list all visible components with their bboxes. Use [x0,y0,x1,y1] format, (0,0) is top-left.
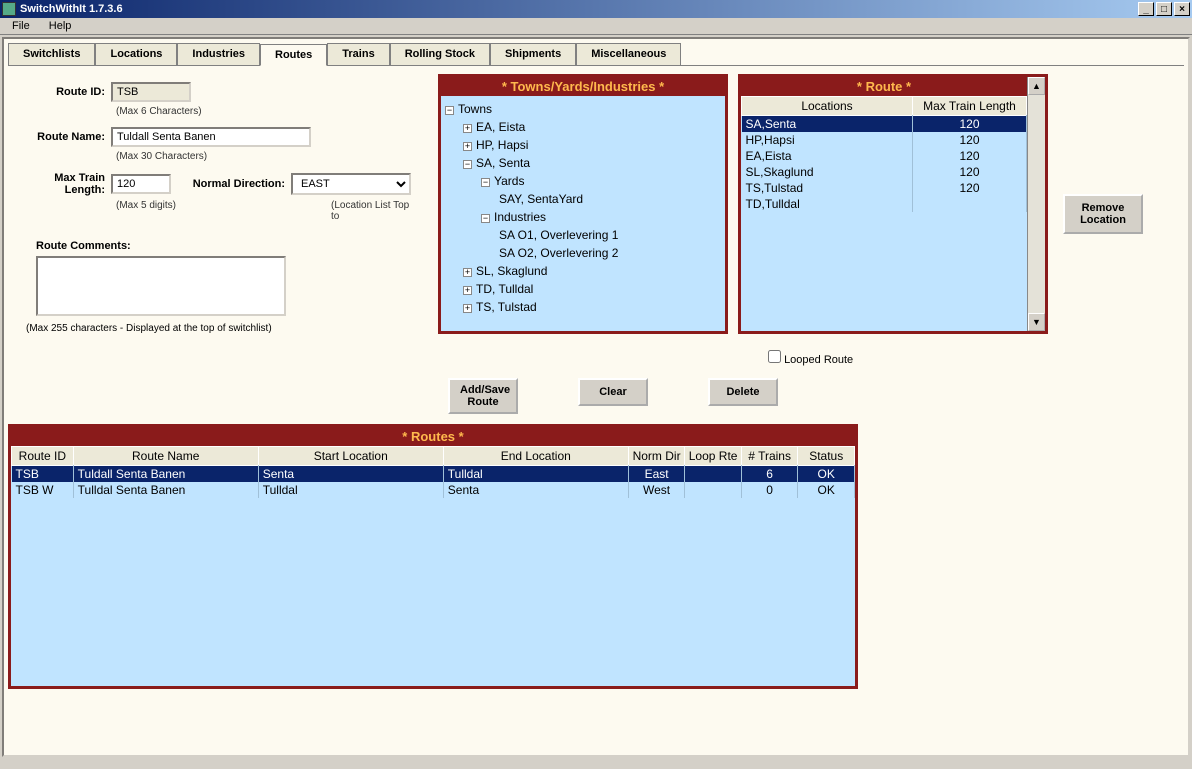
normal-dir-label: Normal Direction: [181,178,291,190]
route-name-hint: (Max 30 Characters) [116,151,420,162]
close-button[interactable]: × [1174,2,1190,16]
routes-col[interactable]: # Trains [741,447,798,466]
app-icon [2,2,16,16]
tree-sao2[interactable]: SA O2, Overlevering 2 [499,246,618,260]
add-save-route-button[interactable]: Add/Save Route [448,378,518,414]
tab-routes[interactable]: Routes [260,44,327,66]
routes-col[interactable]: Start Location [258,447,443,466]
tree-root[interactable]: Towns [458,102,492,116]
titlebar: SwitchWithIt 1.7.3.6 _ □ × [0,0,1192,18]
tree-sa[interactable]: SA, Senta [476,156,530,170]
normal-dir-select[interactable]: EAST [291,173,411,195]
route-row[interactable]: TS,Tulstad120 [742,180,1027,196]
tree-industries[interactable]: Industries [494,210,546,224]
routes-row[interactable]: TSB WTulldal Senta BanenTulldalSentaWest… [12,482,855,498]
comments-label: Route Comments: [36,240,420,252]
tree-yards[interactable]: Yards [494,174,524,188]
tree-toggle-icon[interactable]: − [481,214,490,223]
tab-miscellaneous[interactable]: Miscellaneous [576,43,681,65]
max-train-label: Max Train Length: [16,172,111,196]
tree-toggle-icon[interactable]: − [463,160,472,169]
route-form: Route ID: (Max 6 Characters) Route Name:… [8,74,428,342]
scroll-down-icon[interactable]: ▼ [1028,313,1045,331]
tab-strip: Switchlists Locations Industries Routes … [8,43,1184,66]
tree-ts[interactable]: TS, Tulstad [476,300,537,314]
tree-toggle-icon[interactable]: + [463,286,472,295]
tree-toggle-icon[interactable]: + [463,268,472,277]
routes-col[interactable]: End Location [443,447,628,466]
routes-row[interactable]: TSBTuldall Senta BanenSentaTulldalEast6O… [12,466,855,483]
window-title: SwitchWithIt 1.7.3.6 [20,3,123,15]
delete-button[interactable]: Delete [708,378,778,406]
routes-panel: * Routes * Route IDRoute NameStart Locat… [8,424,858,689]
remove-location-button[interactable]: Remove Location [1063,194,1143,234]
max-train-input[interactable] [111,174,171,194]
route-col-loc[interactable]: Locations [742,97,913,116]
routes-col[interactable]: Loop Rte [685,447,742,466]
routes-col[interactable]: Route ID [12,447,74,466]
minimize-button[interactable]: _ [1138,2,1154,16]
routes-col[interactable]: Norm Dir [628,447,685,466]
route-row[interactable]: SL,Skaglund120 [742,164,1027,180]
tree[interactable]: −Towns +EA, Eista +HP, Hapsi −SA, Senta … [441,96,725,320]
route-title: * Route * [741,77,1027,96]
looped-route-check[interactable] [768,350,781,363]
routes-table[interactable]: Route IDRoute NameStart LocationEnd Loca… [11,446,855,686]
tree-toggle-icon[interactable]: − [445,106,454,115]
route-row[interactable]: HP,Hapsi120 [742,132,1027,148]
route-panel: * Route * Locations Max Train Length SA,… [738,74,1048,334]
route-name-input[interactable] [111,127,311,147]
tree-panel: * Towns/Yards/Industries * −Towns +EA, E… [438,74,728,334]
comments-input[interactable] [36,256,286,316]
tree-ea[interactable]: EA, Eista [476,120,525,134]
menu-help[interactable]: Help [41,18,80,34]
tab-industries[interactable]: Industries [177,43,260,65]
route-row[interactable]: EA,Eista120 [742,148,1027,164]
menu-file[interactable]: File [4,18,38,34]
looped-route-label: Looped Route [784,354,853,366]
tree-toggle-icon[interactable]: + [463,142,472,151]
tree-say[interactable]: SAY, SentaYard [499,192,583,206]
maximize-button[interactable]: □ [1156,2,1172,16]
tree-title: * Towns/Yards/Industries * [441,77,725,96]
route-id-input[interactable] [111,82,191,102]
tab-trains[interactable]: Trains [327,43,389,65]
tab-shipments[interactable]: Shipments [490,43,576,65]
routes-col[interactable]: Status [798,447,855,466]
tab-rolling-stock[interactable]: Rolling Stock [390,43,490,65]
route-table[interactable]: Locations Max Train Length SA,Senta120HP… [741,96,1027,331]
route-col-maxlen[interactable]: Max Train Length [913,97,1027,116]
tree-td[interactable]: TD, Tulldal [476,282,533,296]
menubar: File Help [0,18,1192,35]
route-scrollbar[interactable]: ▲ ▼ [1027,77,1045,331]
routes-title: * Routes * [11,427,855,446]
tree-toggle-icon[interactable]: − [481,178,490,187]
route-row[interactable]: SA,Senta120 [742,116,1027,133]
route-id-label: Route ID: [16,86,111,98]
clear-button[interactable]: Clear [578,378,648,406]
scroll-up-icon[interactable]: ▲ [1028,77,1045,95]
tab-switchlists[interactable]: Switchlists [8,43,95,65]
tree-sl[interactable]: SL, Skaglund [476,264,547,278]
normal-dir-hint: (Location List Top to [331,200,420,222]
tree-toggle-icon[interactable]: + [463,124,472,133]
route-id-hint: (Max 6 Characters) [116,106,420,117]
tree-sao1[interactable]: SA O1, Overlevering 1 [499,228,618,242]
routes-col[interactable]: Route Name [73,447,258,466]
max-train-hint: (Max 5 digits) [116,200,226,222]
tab-locations[interactable]: Locations [95,43,177,65]
looped-route-checkbox[interactable]: Looped Route [768,354,853,366]
tree-hp[interactable]: HP, Hapsi [476,138,528,152]
tree-toggle-icon[interactable]: + [463,304,472,313]
comments-hint: (Max 255 characters - Displayed at the t… [26,323,420,334]
route-name-label: Route Name: [16,131,111,143]
route-row[interactable]: TD,Tulldal [742,196,1027,212]
